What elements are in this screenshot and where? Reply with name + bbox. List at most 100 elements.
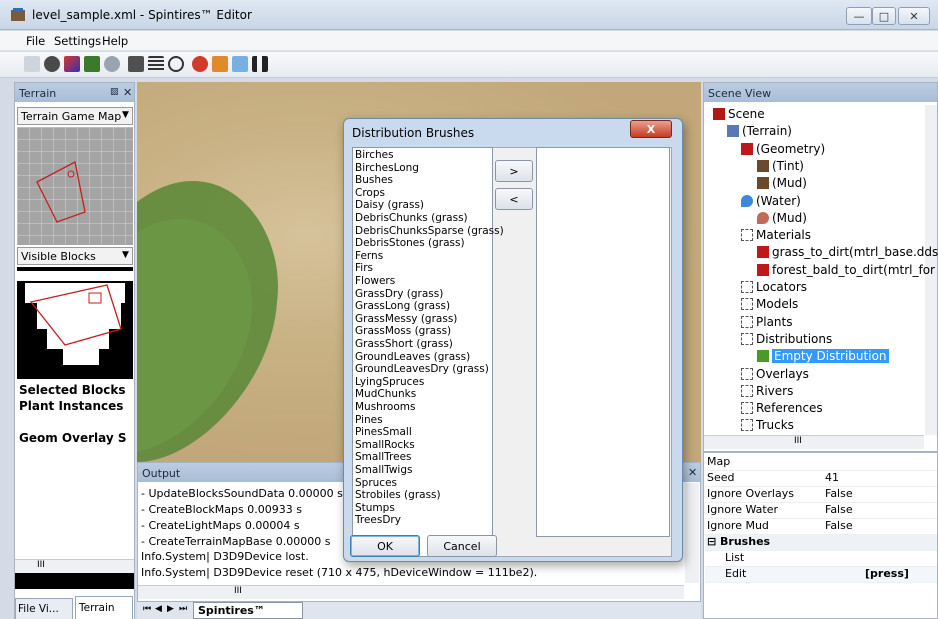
brush-list-item[interactable]: Bushes bbox=[355, 174, 393, 186]
brush-list-item[interactable]: GrassMoss (grass) bbox=[355, 325, 451, 337]
brush-list-item[interactable]: GrassLong (grass) bbox=[355, 300, 450, 312]
brush-list-item[interactable]: GroundLeavesDry (grass) bbox=[355, 363, 489, 375]
brush-list-item[interactable]: DebrisStones (grass) bbox=[355, 237, 465, 249]
output-hscrollbar[interactable]: III bbox=[138, 585, 684, 599]
list-icon[interactable] bbox=[148, 56, 164, 72]
brush-list-item[interactable]: LyingSpruces bbox=[355, 376, 424, 388]
brush-list-item[interactable]: GrassMessy (grass) bbox=[355, 313, 457, 325]
maximize-button[interactable]: □ bbox=[872, 7, 896, 25]
copy-icon[interactable] bbox=[232, 56, 248, 72]
prev-tab-icon[interactable]: ◀ bbox=[155, 604, 162, 614]
tab-spintires-editor[interactable]: Spintires™ Editor bbox=[193, 602, 303, 619]
pin-icon[interactable]: ▨ bbox=[110, 87, 119, 97]
scene-tree-node[interactable]: Plants bbox=[741, 315, 793, 329]
scene-tree-node[interactable]: Rivers bbox=[741, 384, 793, 398]
red-sphere-icon[interactable] bbox=[192, 56, 208, 72]
output-vscrollbar[interactable] bbox=[685, 483, 699, 583]
tab-file-view[interactable]: File Vi... bbox=[15, 598, 73, 619]
brush-list-item[interactable]: MudChunks bbox=[355, 388, 416, 400]
prop-value[interactable]: False bbox=[825, 503, 853, 516]
selected-brushes-list[interactable] bbox=[536, 147, 670, 537]
scene-tree-node[interactable]: (Terrain) bbox=[727, 124, 792, 138]
menu-help[interactable]: Help bbox=[102, 34, 128, 48]
brush-list-item[interactable]: BirchesLong bbox=[355, 162, 419, 174]
scene-tree-node[interactable]: Trucks bbox=[741, 418, 794, 432]
prop-row[interactable]: Ignore Mud False bbox=[705, 519, 937, 535]
scene-tree-node[interactable]: Overlays bbox=[741, 367, 809, 381]
sphere-icon[interactable] bbox=[104, 56, 120, 72]
pause-icon[interactable] bbox=[252, 56, 268, 72]
orange-box-icon[interactable] bbox=[212, 56, 228, 72]
prop-value[interactable]: False bbox=[825, 519, 853, 532]
close-output-icon[interactable]: ✕ bbox=[688, 466, 697, 479]
brush-list-item[interactable]: GrassShort (grass) bbox=[355, 338, 453, 350]
visible-blocks-map[interactable] bbox=[17, 267, 133, 379]
scene-tree-node[interactable]: Models bbox=[741, 297, 798, 311]
save-icon[interactable] bbox=[24, 56, 40, 72]
scene-tree-node[interactable]: Distributions bbox=[741, 332, 832, 346]
prop-row[interactable]: Seed 41 bbox=[705, 471, 937, 487]
scene-tree-node[interactable]: (Water) bbox=[741, 194, 801, 208]
prop-row[interactable]: Ignore Overlays False bbox=[705, 487, 937, 503]
prop-value[interactable]: False bbox=[825, 487, 853, 500]
ok-button[interactable]: OK bbox=[350, 535, 420, 557]
menu-file[interactable]: File bbox=[26, 34, 45, 48]
minimize-button[interactable]: — bbox=[846, 7, 872, 25]
brush-list-item[interactable]: GroundLeaves (grass) bbox=[355, 351, 470, 363]
brush-list-item[interactable]: Strobiles (grass) bbox=[355, 489, 441, 501]
plant-icon[interactable] bbox=[84, 56, 100, 72]
brush-list-item[interactable]: PinesSmall bbox=[355, 426, 412, 438]
clock-icon[interactable] bbox=[168, 56, 184, 72]
next-tab-icon[interactable]: ▶ bbox=[167, 604, 174, 614]
prop-row[interactable]: Ignore Water False bbox=[705, 503, 937, 519]
terrain-map-dropdown[interactable]: Terrain Game Map ▼ bbox=[17, 107, 133, 125]
prop-value[interactable]: 41 bbox=[825, 471, 839, 484]
close-pane-icon[interactable]: ✕ bbox=[123, 86, 132, 99]
brush-list-item[interactable]: Spruces bbox=[355, 477, 397, 489]
brush-icon[interactable] bbox=[44, 56, 60, 72]
brush-list-item[interactable]: DebrisChunks (grass) bbox=[355, 212, 468, 224]
prop-section-brushes[interactable]: ⊟ Brushes bbox=[705, 535, 937, 551]
brush-list-item[interactable]: Pines bbox=[355, 414, 383, 426]
grid-icon[interactable] bbox=[128, 56, 144, 72]
brush-list-item[interactable]: Crops bbox=[355, 187, 385, 199]
prop-row-list[interactable]: List bbox=[705, 551, 937, 567]
brush-list-item[interactable]: Birches bbox=[355, 149, 394, 161]
scene-tree-node[interactable]: Scene bbox=[713, 107, 765, 121]
brush-list-item[interactable]: DebrisChunksSparse (grass) bbox=[355, 225, 504, 237]
left-hscrollbar[interactable]: III bbox=[15, 559, 134, 573]
scene-tree-node[interactable]: forest_bald_to_dirt(mtrl_for bbox=[757, 263, 935, 277]
figure-icon[interactable] bbox=[64, 56, 80, 72]
scene-tree-node[interactable]: (Geometry) bbox=[741, 142, 825, 156]
add-brush-button[interactable]: > bbox=[495, 160, 533, 182]
dialog-close-button[interactable]: X bbox=[630, 120, 672, 138]
brush-list-item[interactable]: SmallRocks bbox=[355, 439, 415, 451]
brush-list-item[interactable]: Daisy (grass) bbox=[355, 199, 424, 211]
edit-press-button[interactable]: [press] bbox=[865, 567, 909, 580]
brush-list-item[interactable]: TreesDry bbox=[355, 514, 401, 526]
first-tab-icon[interactable]: ⏮ bbox=[143, 604, 151, 614]
brush-list-item[interactable]: Stumps bbox=[355, 502, 395, 514]
brush-list-item[interactable]: SmallTrees bbox=[355, 451, 412, 463]
prop-row-edit[interactable]: Edit [press] bbox=[705, 567, 937, 583]
scene-tree-node[interactable]: Locators bbox=[741, 280, 807, 294]
brush-list-item[interactable]: SmallTwigs bbox=[355, 464, 412, 476]
remove-brush-button[interactable]: < bbox=[495, 188, 533, 210]
scene-tree-node[interactable]: Empty Distribution bbox=[757, 349, 889, 364]
scene-hscrollbar[interactable]: III bbox=[704, 435, 924, 449]
scene-tree-node[interactable]: References bbox=[741, 401, 823, 415]
brush-list-item[interactable]: GrassDry (grass) bbox=[355, 288, 443, 300]
brush-list-item[interactable]: Firs bbox=[355, 262, 373, 274]
brush-list-item[interactable]: Flowers bbox=[355, 275, 395, 287]
brush-list-item[interactable]: Ferns bbox=[355, 250, 383, 262]
scene-tree-node[interactable]: (Mud) bbox=[757, 211, 807, 225]
scene-tree-node[interactable]: (Tint) bbox=[757, 159, 804, 173]
tab-terrain[interactable]: Terrain bbox=[75, 596, 133, 619]
terrain-minimap[interactable] bbox=[17, 127, 133, 245]
visible-blocks-dropdown[interactable]: Visible Blocks ▼ bbox=[17, 247, 133, 265]
scene-tree-node[interactable]: (Mud) bbox=[757, 176, 807, 190]
scene-tree-node[interactable]: grass_to_dirt(mtrl_base.dds bbox=[757, 245, 938, 259]
cancel-button[interactable]: Cancel bbox=[427, 535, 497, 557]
close-window-button[interactable]: ✕ bbox=[898, 7, 930, 25]
last-tab-icon[interactable]: ⏭ bbox=[179, 604, 187, 614]
